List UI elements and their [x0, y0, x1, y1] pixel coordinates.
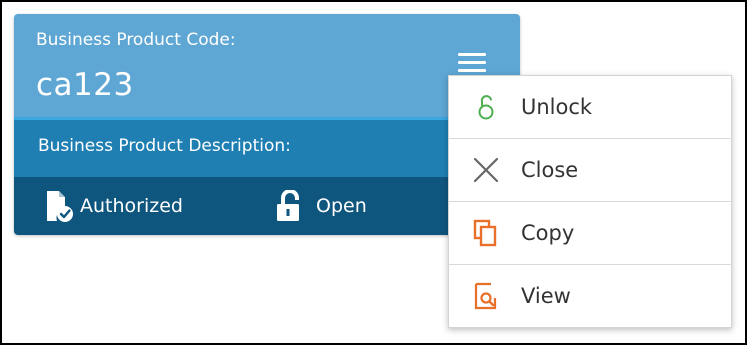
card-description-section: Business Product Description: — [14, 117, 520, 177]
menu-item-label: Close — [521, 158, 579, 182]
menu-item-label: View — [521, 284, 571, 308]
menu-item-view[interactable]: View — [449, 265, 731, 328]
hamburger-line — [458, 61, 486, 64]
menu-item-label: Unlock — [521, 95, 593, 119]
product-code-value: ca123 — [36, 67, 134, 103]
business-product-card[interactable]: Business Product Code: ca123 Business Pr… — [14, 14, 520, 235]
open-lock-icon — [277, 190, 299, 221]
unlock-icon — [478, 95, 494, 120]
card-status-bar: Authorized Open — [14, 177, 520, 235]
card-actions-menu: Unlock Close Copy View — [448, 75, 732, 328]
menu-item-close[interactable]: Close — [449, 139, 731, 202]
product-code-label: Business Product Code: — [36, 30, 236, 50]
view-icon — [474, 282, 497, 310]
lock-status: Open — [274, 177, 367, 235]
card-header: Business Product Code: ca123 — [14, 14, 520, 117]
product-description-label: Business Product Description: — [38, 136, 291, 156]
authorization-status-text: Authorized — [80, 195, 183, 217]
lock-status-text: Open — [316, 195, 367, 217]
hamburger-menu-icon[interactable] — [454, 50, 490, 78]
authorized-document-icon — [47, 191, 73, 222]
menu-item-label: Copy — [521, 221, 575, 245]
copy-icon — [473, 219, 497, 247]
close-icon — [473, 157, 499, 183]
menu-item-copy[interactable]: Copy — [449, 202, 731, 265]
hamburger-line — [458, 53, 486, 56]
menu-item-unlock[interactable]: Unlock — [449, 76, 731, 139]
hamburger-line — [458, 69, 486, 72]
authorization-status: Authorized — [44, 177, 183, 235]
